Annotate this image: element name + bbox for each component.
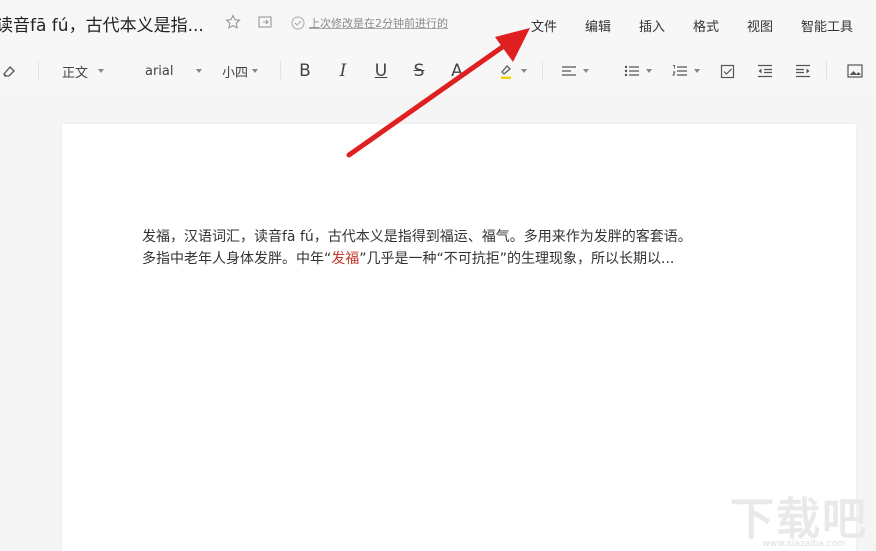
watermark-logo: 下载吧 xyxy=(730,494,868,545)
bullet-list-button[interactable] xyxy=(622,60,654,82)
chevron-down-icon xyxy=(98,69,105,73)
paragraph-line: 多指中老年人身体发胖。中年“发福”几乎是一种“不可抗拒”的生理现象，所以长期以.… xyxy=(142,248,802,270)
toolbar-divider xyxy=(826,61,827,79)
italic-button[interactable]: I xyxy=(334,60,352,82)
bullet-list-icon xyxy=(624,65,639,77)
align-icon xyxy=(562,66,576,76)
toolbar-divider xyxy=(38,61,39,79)
bold-button[interactable]: B xyxy=(296,60,314,82)
paragraph-style-select[interactable]: 正文 xyxy=(62,60,122,82)
bold-label: B xyxy=(299,60,311,81)
check-circle-icon xyxy=(291,16,305,30)
menu-insert[interactable]: 插入 xyxy=(639,16,665,35)
menu-file[interactable]: 文件 xyxy=(531,16,557,35)
font-family-value: arial xyxy=(145,63,174,79)
save-status: 上次修改是在2分钟前进行的 xyxy=(291,15,448,31)
title-bar: 读音fā fú，古代本义是指... 上次修改是在2分钟前进行的 文件 编辑 插入… xyxy=(0,0,876,46)
numbered-list-button[interactable] xyxy=(670,60,702,82)
document-body[interactable]: 发福，汉语词汇，读音fā fú，古代本义是指得到福运、福气。多用来作为发胖的客套… xyxy=(142,226,802,270)
font-color-label: A xyxy=(451,60,463,81)
numbered-list-icon xyxy=(672,65,687,76)
image-icon xyxy=(847,64,863,78)
chevron-down-icon xyxy=(694,69,700,73)
outdent-icon xyxy=(758,64,772,78)
eraser-icon[interactable] xyxy=(0,60,18,82)
toolbar-divider xyxy=(542,61,543,79)
insert-image-button[interactable] xyxy=(846,60,864,82)
formatting-toolbar: 正文 arial 小四 B I U S A xyxy=(0,46,876,94)
menu-format[interactable]: 格式 xyxy=(693,16,719,35)
save-status-text[interactable]: 上次修改是在2分钟前进行的 xyxy=(309,15,448,31)
toolbar-divider xyxy=(280,61,281,79)
strikethrough-label: S xyxy=(413,60,425,81)
font-family-select[interactable]: arial xyxy=(145,60,209,82)
paragraph-line: 发福，汉语词汇，读音fā fú，古代本义是指得到福运、福气。多用来作为发胖的客套… xyxy=(142,229,692,245)
watermark-url: www.xiazaiba.com xyxy=(762,539,846,549)
highlighter-icon xyxy=(501,65,511,79)
font-size-select[interactable]: 小四 xyxy=(222,60,270,82)
text-run: 多指中老年人身体发胖。中年“ xyxy=(142,251,332,267)
move-to-folder-icon[interactable] xyxy=(256,13,274,31)
star-icon[interactable] xyxy=(224,13,242,31)
menu-edit[interactable]: 编辑 xyxy=(585,16,611,35)
underline-label: U xyxy=(374,60,388,81)
strikethrough-button[interactable]: S xyxy=(410,60,428,82)
highlighted-text: 发福 xyxy=(331,251,360,267)
align-button[interactable] xyxy=(559,60,591,82)
chevron-down-icon xyxy=(195,69,202,73)
italic-label: I xyxy=(339,60,347,81)
paragraph-style-value: 正文 xyxy=(62,65,89,81)
text-run: ”几乎是一种“不可抗拒”的生理现象，所以长期以... xyxy=(359,251,675,267)
indent-icon xyxy=(796,64,810,78)
chevron-down-icon xyxy=(252,69,259,73)
checkbox-icon xyxy=(720,64,734,78)
font-color-button[interactable]: A xyxy=(448,60,466,82)
menu-view[interactable]: 视图 xyxy=(747,16,773,35)
checkbox-button[interactable] xyxy=(718,60,736,82)
outdent-button[interactable] xyxy=(756,60,774,82)
chevron-down-icon xyxy=(583,69,589,73)
highlight-button[interactable] xyxy=(494,60,530,82)
menu-smart-tools[interactable]: 智能工具 xyxy=(801,16,853,35)
font-size-value: 小四 xyxy=(222,65,249,81)
chevron-down-icon xyxy=(646,69,652,73)
document-title[interactable]: 读音fā fú，古代本义是指... xyxy=(0,11,204,36)
chevron-down-icon xyxy=(521,69,527,73)
underline-button[interactable]: U xyxy=(372,60,390,82)
indent-button[interactable] xyxy=(794,60,812,82)
